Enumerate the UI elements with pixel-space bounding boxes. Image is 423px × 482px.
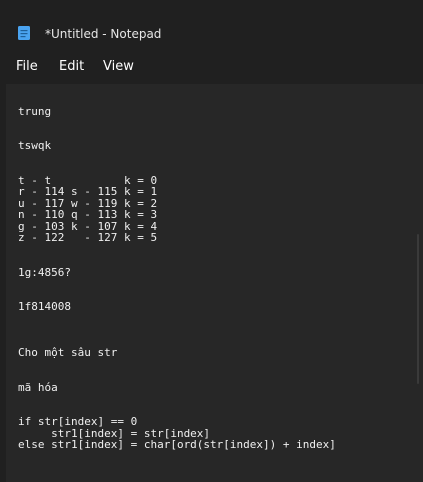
text-line: r - 114 s - 115 k = 1	[18, 185, 158, 198]
window-title: *Untitled - Notepad	[45, 27, 162, 41]
text-line	[18, 255, 336, 267]
text-line	[18, 393, 336, 405]
text-line: Cho một sâu str	[18, 346, 118, 359]
text-line: z - 122 - 127 k = 5	[18, 231, 158, 244]
notepad-icon	[18, 26, 30, 40]
title-bar: *Untitled - Notepad	[0, 0, 423, 48]
menu-file[interactable]: File	[16, 59, 38, 74]
text-line	[18, 163, 336, 175]
menu-view[interactable]: View	[103, 59, 134, 74]
menu-edit[interactable]: Edit	[59, 59, 84, 74]
text-line	[18, 278, 336, 290]
text-line: tswqk	[18, 139, 52, 152]
menu-bar: File Edit View	[0, 48, 423, 82]
vertical-scrollbar[interactable]	[417, 234, 419, 384]
text-line: mã hóa	[18, 380, 58, 394]
text-line: n - 110 q - 113 k = 3	[18, 208, 158, 221]
text-line	[18, 117, 336, 129]
text-line	[18, 324, 336, 336]
text-line: trung	[18, 104, 52, 118]
text-line	[18, 129, 336, 141]
text-line: 1g:4856?	[18, 265, 71, 279]
text-line	[18, 370, 336, 382]
text-line	[18, 152, 336, 164]
text-editor[interactable]: trung tswqk t - t k = 0r - 114 s - 115 k =…	[6, 84, 423, 482]
text-line	[18, 94, 336, 106]
text-line: if str[index] == 0	[18, 415, 138, 428]
editor-content[interactable]: trung tswqk t - t k = 0r - 114 s - 115 k =…	[18, 94, 336, 451]
text-line	[18, 244, 336, 256]
text-line	[18, 359, 336, 371]
text-line: else str1[index] = char[ord(str[index]) …	[18, 438, 336, 451]
text-line: 1f814008	[18, 300, 71, 313]
text-line	[18, 313, 336, 325]
